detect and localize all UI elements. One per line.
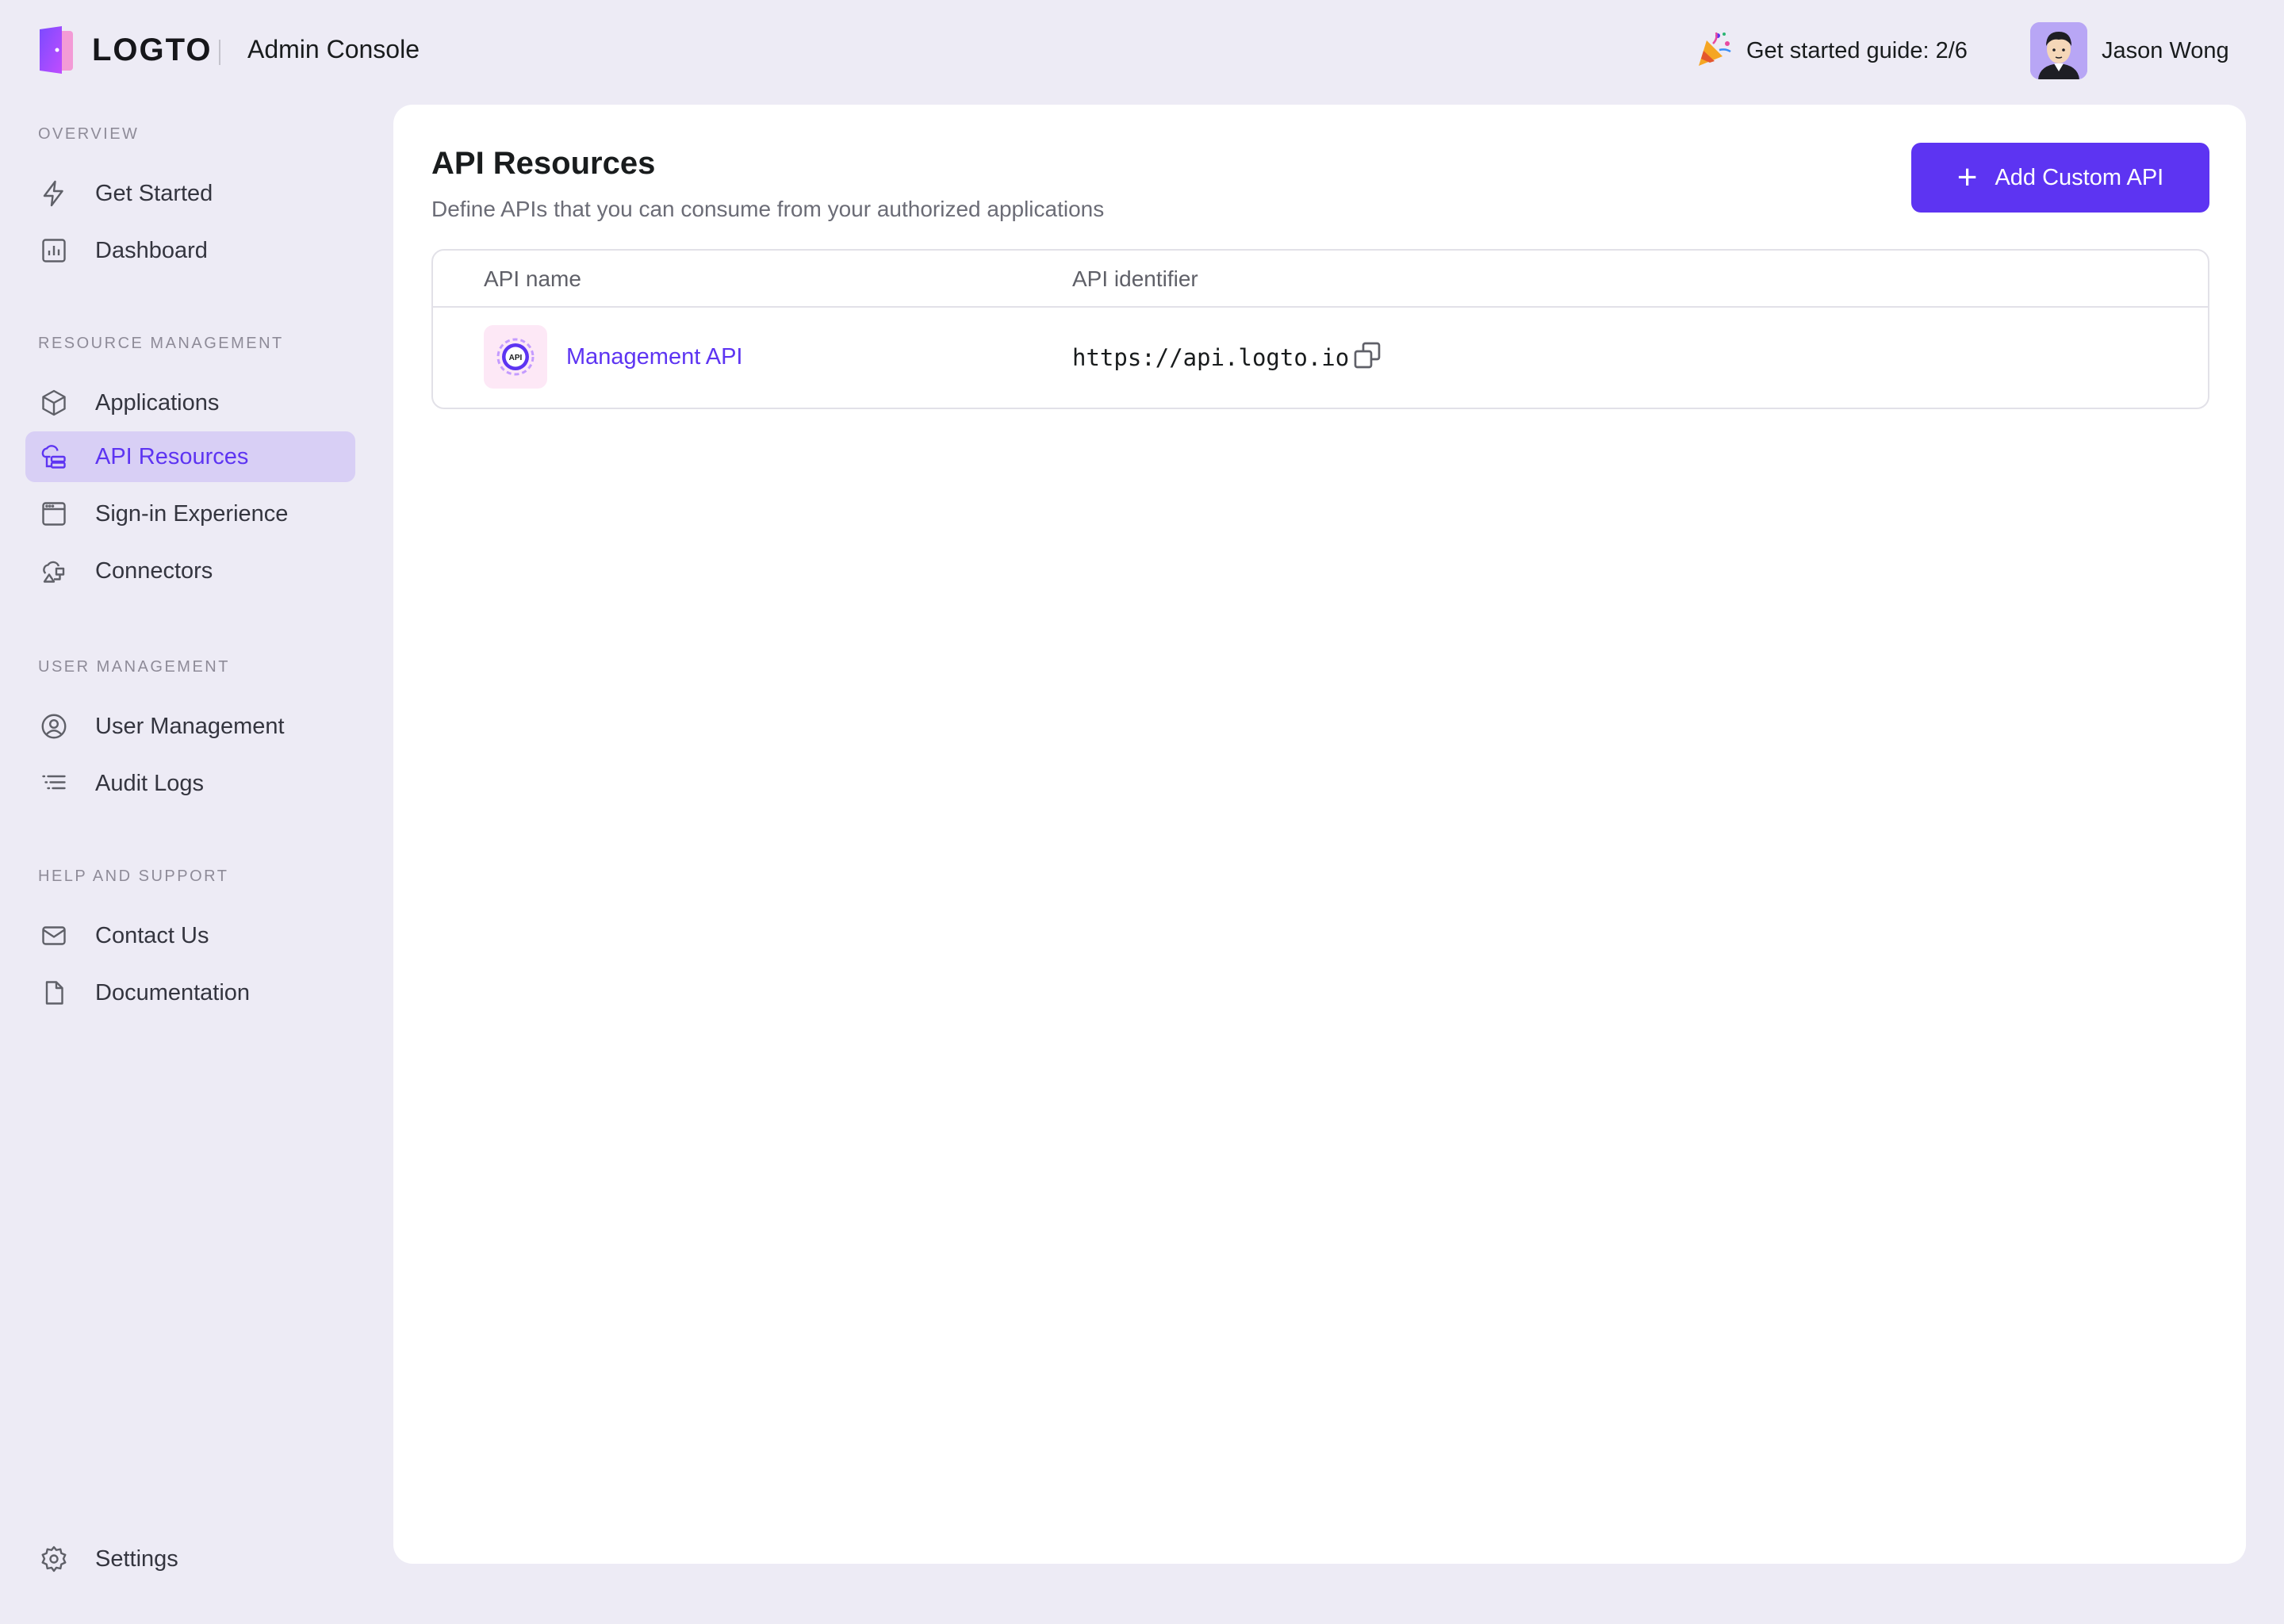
- connectors-icon: [38, 555, 70, 587]
- lightning-icon: [38, 178, 70, 209]
- add-custom-api-label: Add Custom API: [1995, 164, 2164, 190]
- api-icon-text: API: [509, 354, 523, 362]
- sidebar-item-label: Settings: [95, 1545, 178, 1572]
- guide-label: Get started guide: 2/6: [1746, 37, 1968, 63]
- api-name-link[interactable]: Management API: [566, 344, 742, 370]
- sidebar-item-label: Documentation: [95, 979, 251, 1005]
- section-title-resource-management: RESOURCE MANAGEMENT: [38, 335, 284, 352]
- user-name: Jason Wong: [2102, 37, 2229, 63]
- api-resources-table: API name API identifier API Management A…: [431, 249, 2209, 409]
- browser-window-icon: [38, 498, 70, 530]
- section-title-user-management: USER MANAGEMENT: [38, 658, 230, 676]
- sidebar-item-applications[interactable]: Applications: [25, 377, 355, 428]
- sidebar-item-user-management[interactable]: User Management: [25, 701, 355, 752]
- api-resources-icon: [38, 441, 70, 473]
- mail-icon: [38, 920, 70, 952]
- top-bar: LOGTO Admin Console Get started guide: 2…: [0, 0, 2284, 102]
- logo[interactable]: LOGTO: [38, 24, 212, 76]
- sidebar-item-dashboard[interactable]: Dashboard: [25, 225, 355, 276]
- box-icon: [38, 387, 70, 419]
- logo-icon: [38, 26, 76, 74]
- sidebar-item-get-started[interactable]: Get Started: [25, 168, 355, 219]
- add-custom-api-button[interactable]: + Add Custom API: [1911, 143, 2209, 213]
- list-icon: [38, 768, 70, 799]
- sidebar-item-documentation[interactable]: Documentation: [25, 967, 355, 1018]
- logo-divider: [219, 40, 220, 65]
- page-title: API Resources: [431, 146, 656, 181]
- sidebar-item-connectors[interactable]: Connectors: [25, 546, 355, 596]
- sidebar-item-label: Get Started: [95, 180, 213, 206]
- brand-name: LOGTO: [92, 32, 213, 67]
- sidebar-item-api-resources[interactable]: API Resources: [25, 431, 355, 482]
- party-popper-icon: [1694, 29, 1734, 73]
- sidebar-item-contact-us[interactable]: Contact Us: [25, 910, 355, 961]
- get-started-guide-button[interactable]: Get started guide: 2/6: [1694, 27, 1968, 75]
- sidebar: OVERVIEW Get Started Dashboard RESOURCE …: [0, 102, 381, 1624]
- sidebar-item-label: Applications: [95, 389, 220, 416]
- sidebar-item-label: API Resources: [95, 443, 249, 469]
- sidebar-item-label: Audit Logs: [95, 770, 205, 796]
- sidebar-item-audit-logs[interactable]: Audit Logs: [25, 758, 355, 809]
- page-subtitle: Define APIs that you can consume from yo…: [431, 197, 1105, 221]
- table-header: API name API identifier: [433, 251, 2208, 308]
- bar-chart-icon: [38, 235, 70, 266]
- api-icon: API: [484, 325, 547, 389]
- document-icon: [38, 977, 70, 1009]
- sidebar-item-label: User Management: [95, 713, 285, 739]
- user-menu[interactable]: Jason Wong: [2030, 22, 2229, 79]
- sidebar-item-settings[interactable]: Settings: [25, 1534, 355, 1584]
- user-circle-icon: [38, 710, 70, 742]
- gear-icon: [38, 1543, 70, 1575]
- avatar: [2030, 22, 2087, 79]
- plus-icon: +: [1956, 158, 1978, 197]
- column-header-api-name: API name: [484, 266, 581, 291]
- section-title-help-and-support: HELP AND SUPPORT: [38, 868, 229, 885]
- sidebar-item-label: Dashboard: [95, 237, 208, 263]
- console-title: Admin Console: [247, 35, 420, 63]
- sidebar-item-label: Sign-in Experience: [95, 500, 289, 527]
- sidebar-item-label: Contact Us: [95, 922, 209, 948]
- main-content-card: API Resources Define APIs that you can c…: [393, 105, 2246, 1564]
- copy-icon[interactable]: [1351, 339, 1383, 371]
- table-row[interactable]: API Management API https://api.logto.io: [433, 308, 2208, 408]
- section-title-overview: OVERVIEW: [38, 125, 140, 143]
- sidebar-item-label: Connectors: [95, 557, 213, 584]
- column-header-api-identifier: API identifier: [1072, 266, 1198, 291]
- sidebar-item-sign-in-experience[interactable]: Sign-in Experience: [25, 488, 355, 539]
- api-identifier-value: https://api.logto.io: [1072, 344, 1350, 371]
